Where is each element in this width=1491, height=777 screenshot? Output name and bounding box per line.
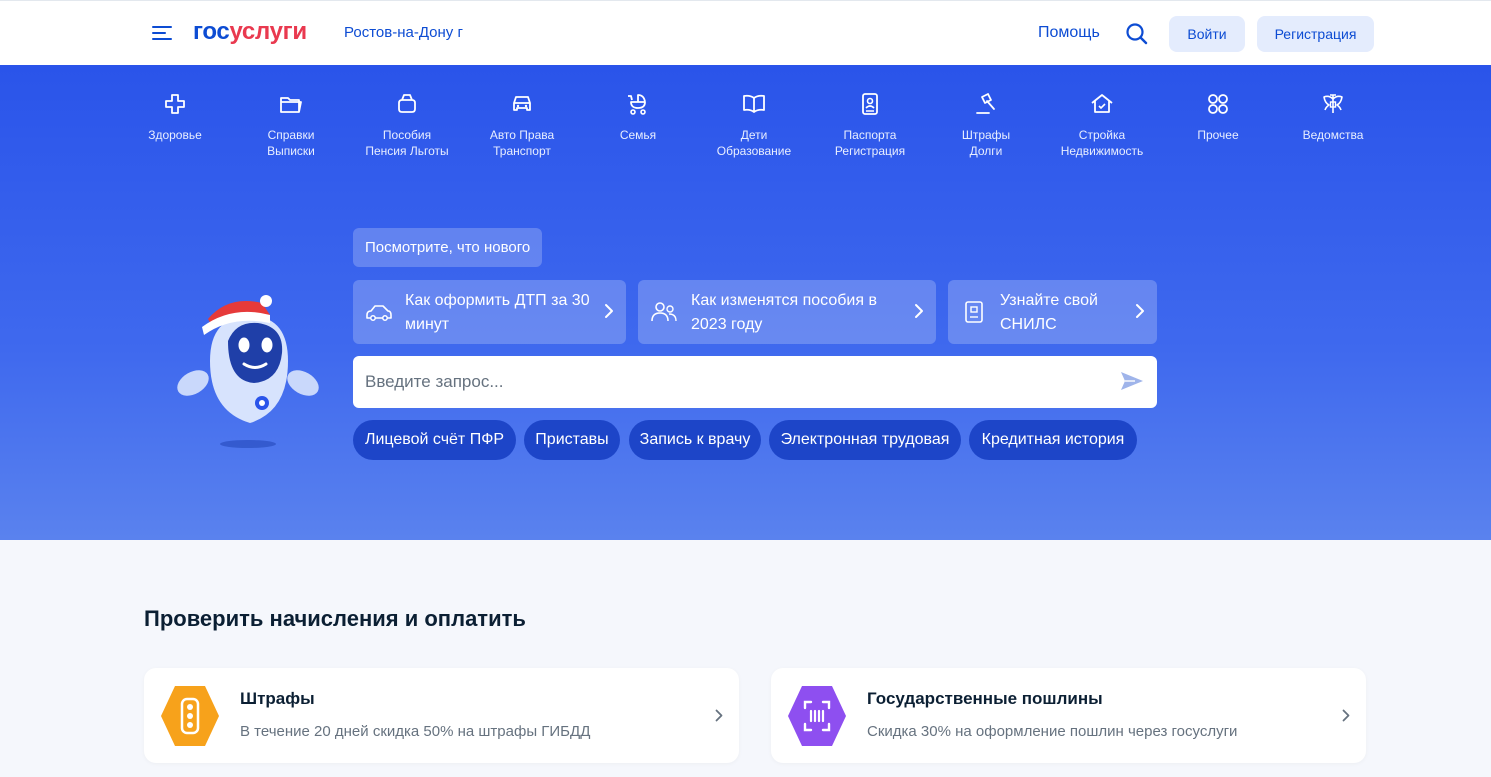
header: госуслуги Ростов-на-Дону г Помощь Войти … — [0, 0, 1491, 65]
category-education[interactable]: Дети Образование — [699, 91, 809, 159]
car-icon — [513, 96, 531, 111]
gavel-icon — [976, 93, 995, 114]
robot-mascot-image — [177, 295, 319, 448]
quick-chip[interactable]: Кредитная история — [969, 420, 1137, 460]
people-icon — [651, 302, 677, 322]
category-label: Штрафы — [961, 128, 1011, 142]
category-label-2: Выписки — [267, 144, 315, 158]
category-label: Пособия — [382, 128, 432, 142]
news-text-line: Как оформить ДТП за 30 — [405, 292, 590, 309]
category-label: Здоровье — [148, 128, 202, 142]
category-label: Дети — [740, 128, 768, 142]
category-label: Авто Права — [489, 128, 555, 142]
search-icon[interactable] — [1124, 21, 1150, 47]
car-outline-icon — [366, 305, 392, 321]
category-label: Ведомства — [1302, 128, 1364, 142]
card-subtitle: Скидка 30% на оформление пошлин через го… — [867, 723, 1238, 740]
card-state-duties[interactable]: Государственные пошлины Скидка 30% на оф… — [771, 668, 1366, 763]
card-title: Государственные пошлины — [867, 689, 1103, 708]
category-health[interactable]: Здоровье — [120, 91, 230, 143]
house-icon — [1091, 94, 1113, 113]
chevron-right-icon — [915, 304, 923, 318]
news-card-dtp[interactable]: Как оформить ДТП за 30 минут — [353, 280, 626, 344]
barcode-scan-icon — [788, 686, 846, 746]
category-label-2: Недвижимость — [1060, 144, 1144, 158]
category-family[interactable]: Семья — [583, 91, 693, 143]
news-text-line: СНИЛС — [1000, 316, 1057, 333]
category-label: Прочее — [1197, 128, 1239, 142]
news-text-line: Узнайте свой — [1000, 292, 1098, 309]
category-label-2: Регистрация — [834, 144, 906, 158]
login-button[interactable]: Войти — [1169, 16, 1245, 52]
section-title: Проверить начисления и оплатить — [144, 606, 526, 631]
stroller-icon — [628, 94, 646, 115]
news-text: Узнайте свой СНИЛС — [1000, 289, 1098, 337]
category-other[interactable]: Прочее — [1163, 91, 1273, 143]
category-label: Справки — [267, 128, 315, 142]
chevron-right-icon — [1136, 304, 1144, 318]
category-label-2: Образование — [716, 144, 792, 158]
quick-chip[interactable]: Электронная трудовая — [769, 420, 961, 460]
city-selector[interactable]: Ростов-на-Дону г — [344, 24, 463, 41]
book-icon — [743, 94, 765, 113]
category-benefits[interactable]: Пособия Пенсия Льготы — [352, 91, 462, 159]
category-passports[interactable]: Паспорта Регистрация — [815, 91, 925, 159]
category-label-2: Транспорт — [493, 144, 551, 158]
send-icon[interactable] — [1119, 368, 1145, 394]
category-label: Семья — [619, 128, 657, 142]
search-box — [353, 356, 1157, 408]
category-fines[interactable]: Штрафы Долги — [931, 91, 1041, 159]
grid-icon — [1208, 94, 1228, 114]
id-card-icon — [965, 301, 983, 323]
news-text-line: минут — [405, 316, 450, 333]
card-title: Штрафы — [240, 689, 315, 708]
coat-of-arms-icon — [1323, 94, 1343, 113]
news-text-line: 2023 году — [691, 316, 763, 333]
chevron-right-icon — [605, 304, 613, 318]
register-button[interactable]: Регистрация — [1257, 16, 1374, 52]
chevron-right-icon — [1342, 709, 1350, 722]
whats-new-button[interactable]: Посмотрите, что нового — [353, 228, 543, 267]
news-text: Как изменятся пособия в 2023 году — [691, 289, 877, 337]
category-label-2: Долги — [969, 144, 1003, 158]
logo-part-gos: гос — [193, 18, 230, 45]
category-realty[interactable]: Стройка Недвижимость — [1047, 91, 1157, 159]
card-fines[interactable]: Штрафы В течение 20 дней скидка 50% на ш… — [144, 668, 739, 763]
logo[interactable]: госуслуги — [193, 18, 307, 46]
chevron-right-icon — [715, 709, 723, 722]
quick-chip[interactable]: Лицевой счёт ПФР — [353, 420, 516, 460]
news-text-line: Как изменятся пособия в — [691, 292, 877, 309]
folder-icon — [280, 97, 302, 113]
category-label-2: Пенсия Льготы — [365, 144, 449, 158]
category-label: Стройка — [1078, 128, 1126, 142]
hero-section: Здоровье Справки Выписки Пособия Пенсия … — [0, 65, 1491, 540]
wallet-icon — [398, 94, 416, 113]
passport-icon — [862, 93, 878, 115]
news-card-snils[interactable]: Узнайте свой СНИЛС — [948, 280, 1157, 344]
category-agencies[interactable]: Ведомства — [1278, 91, 1388, 143]
category-label: Паспорта — [843, 128, 897, 142]
news-text: Как оформить ДТП за 30 минут — [405, 289, 590, 337]
traffic-light-icon — [161, 686, 219, 746]
news-card-benefits[interactable]: Как изменятся пособия в 2023 году — [638, 280, 936, 344]
menu-icon[interactable] — [152, 24, 174, 42]
category-auto[interactable]: Авто Права Транспорт — [467, 91, 577, 159]
help-link[interactable]: Помощь — [1038, 24, 1100, 42]
quick-chip[interactable]: Запись к врачу — [629, 420, 761, 460]
quick-chip[interactable]: Приставы — [524, 420, 620, 460]
search-input[interactable] — [365, 370, 1105, 394]
logo-part-uslugi: услуги — [229, 18, 307, 45]
health-cross-icon — [165, 94, 185, 114]
card-subtitle: В течение 20 дней скидка 50% на штрафы Г… — [240, 723, 591, 740]
category-certificates[interactable]: Справки Выписки — [236, 91, 346, 159]
